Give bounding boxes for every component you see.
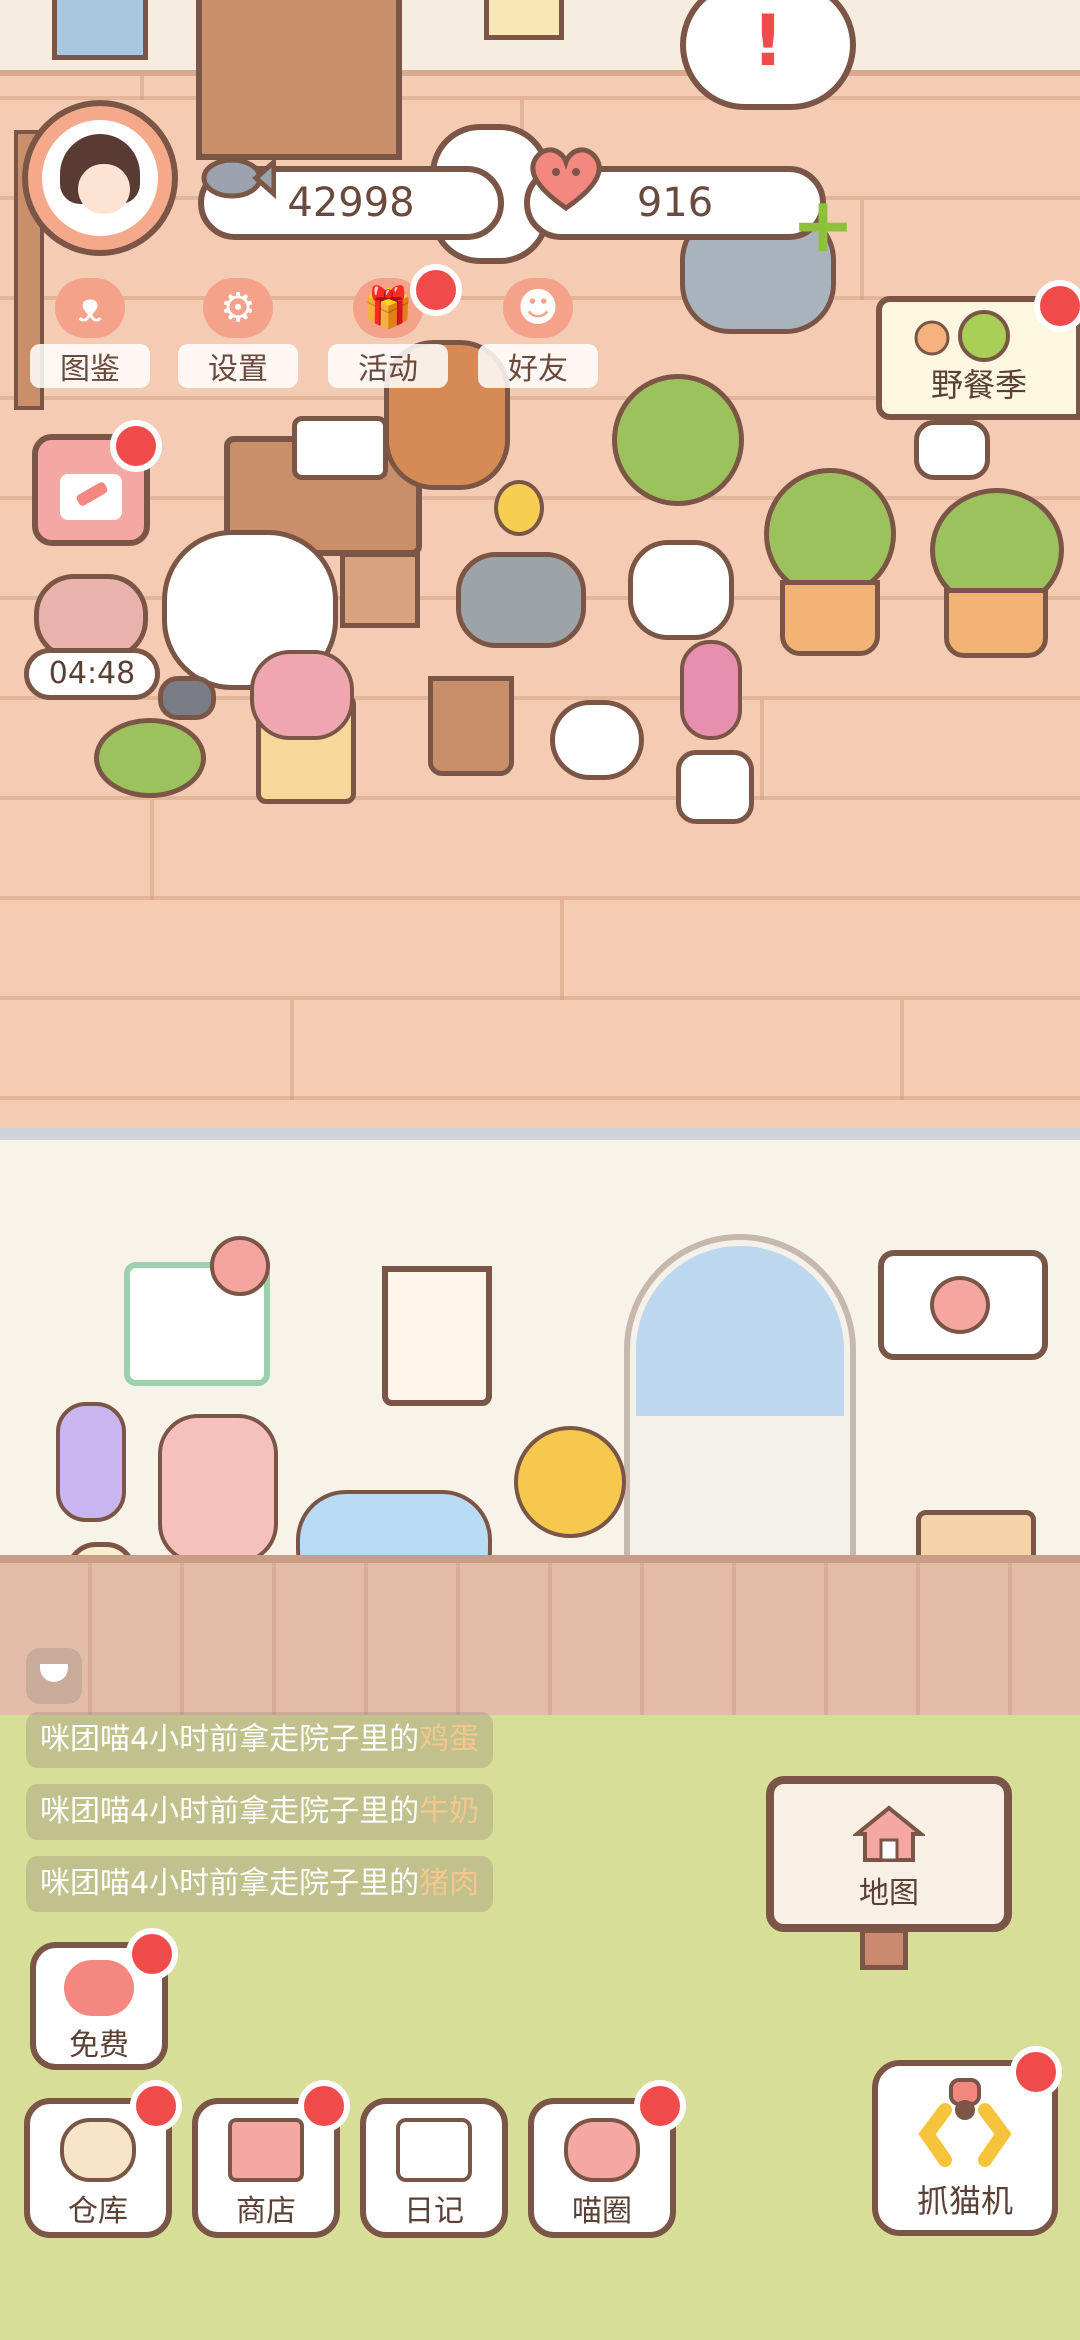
storage-label: 仓库 xyxy=(68,2194,128,2229)
coin-count: 42998 xyxy=(287,180,415,226)
heart-icon xyxy=(64,1960,134,2016)
black-kitten[interactable] xyxy=(158,676,216,720)
cushion-lamp xyxy=(914,420,990,480)
claw-icon xyxy=(918,2078,1012,2167)
hyacinth-pot[interactable] xyxy=(676,750,754,824)
message-item: 咪团喵4小时前拿走院子里的猪肉 xyxy=(26,1856,494,1912)
tulip-pot[interactable] xyxy=(456,552,586,648)
cat-circle-notification-dot xyxy=(634,2080,686,2132)
gear-icon: ⚙ xyxy=(203,278,273,338)
shop-icon xyxy=(228,2118,304,2182)
friends-icon: ☻ xyxy=(503,278,573,338)
paw-pennant[interactable] xyxy=(382,1266,492,1406)
flower-sign-icon xyxy=(930,1276,990,1334)
shop-notification-dot xyxy=(298,2080,350,2132)
bunny-topiary-pot xyxy=(780,580,880,656)
message-item-name: 牛奶 xyxy=(419,1794,480,1829)
diary-icon xyxy=(396,2118,472,2182)
claw-notification-dot xyxy=(1010,2046,1062,2098)
tree-plant-pot xyxy=(628,540,734,640)
event-banner-label: 野餐季 xyxy=(930,366,1027,404)
cat-planet-icon xyxy=(564,2118,640,2182)
map-button[interactable]: 地图 xyxy=(766,1776,1012,1932)
cactus-pot[interactable] xyxy=(428,676,514,776)
banner-notification-dot xyxy=(1034,280,1080,332)
menu-settings[interactable]: ⚙ 设置 xyxy=(178,268,298,388)
player-avatar[interactable] xyxy=(22,100,178,256)
menu-settings-label: 设置 xyxy=(178,344,298,388)
free-notification-dot xyxy=(126,1928,178,1980)
menu-events-label: 活动 xyxy=(328,344,448,388)
message-item: 咪团喵4小时前拿走院子里的牛奶 xyxy=(26,1784,494,1840)
avatar-portrait xyxy=(42,120,158,236)
menu-catalog-label: 图鉴 xyxy=(30,344,150,388)
memo-flower xyxy=(210,1236,270,1296)
moss-plant[interactable] xyxy=(94,718,206,798)
menu-catalog[interactable]: ᴥ 图鉴 xyxy=(30,268,150,388)
wall-picture xyxy=(484,0,564,40)
menu-friends[interactable]: ☻ 好友 xyxy=(478,268,598,388)
message-item: 咪团喵4小时前拿走院子里的鸡蛋 xyxy=(26,1712,494,1768)
book-stack xyxy=(52,0,148,60)
storage-notification-dot xyxy=(130,2080,182,2132)
floor-edge xyxy=(0,1128,1080,1140)
free-label: 免费 xyxy=(69,2028,129,2063)
tree-plant[interactable] xyxy=(612,374,744,506)
yellow-tulip xyxy=(494,480,544,536)
pink-roses[interactable] xyxy=(158,1414,278,1564)
yard-fence xyxy=(0,1555,1080,1723)
alert-bubble[interactable]: ! xyxy=(680,0,856,110)
house-icon xyxy=(851,1805,927,1862)
plus-icon[interactable]: + xyxy=(790,187,856,263)
map-sign-post xyxy=(860,1928,908,1970)
wardrobe[interactable] xyxy=(196,0,402,160)
cat-topiary-pot xyxy=(944,588,1048,658)
message-item-name: 猪肉 xyxy=(419,1866,480,1901)
fish-icon xyxy=(201,156,276,200)
menu-friends-label: 好友 xyxy=(478,344,598,388)
storage-icon xyxy=(60,2118,136,2182)
sunflower[interactable] xyxy=(514,1426,626,1538)
task-notification-dot xyxy=(110,420,162,472)
pink-hyacinth xyxy=(680,640,742,740)
map-label: 地图 xyxy=(859,1876,919,1911)
heart-face-icon xyxy=(530,147,602,212)
seedling-pot[interactable] xyxy=(550,700,644,780)
message-collapse-toggle[interactable] xyxy=(26,1648,82,1704)
countdown-timer: 04:48 xyxy=(24,648,160,700)
claw-machine-label: 抓猫机 xyxy=(916,2182,1013,2220)
heart-count: 916 xyxy=(636,180,714,226)
message-text: 咪团喵4小时前拿走院子里的 xyxy=(40,1794,420,1829)
diary-button[interactable]: 日记 xyxy=(360,2098,508,2238)
cat-circle-label: 喵圈 xyxy=(572,2194,632,2229)
mini-desk-pot xyxy=(292,416,388,480)
pink-flower-bunch xyxy=(250,650,354,740)
message-text: 咪团喵4小时前拿走院子里的 xyxy=(40,1866,420,1901)
message-text: 咪团喵4小时前拿走院子里的 xyxy=(40,1722,420,1757)
shop-label: 商店 xyxy=(236,2194,296,2229)
desk-drawer xyxy=(340,552,420,628)
message-item-name: 鸡蛋 xyxy=(419,1722,480,1757)
diary-label: 日记 xyxy=(404,2194,464,2229)
cat-head-icon: ᴥ xyxy=(55,278,125,338)
purple-bellflower[interactable] xyxy=(56,1402,126,1522)
events-notification-dot xyxy=(410,264,462,316)
